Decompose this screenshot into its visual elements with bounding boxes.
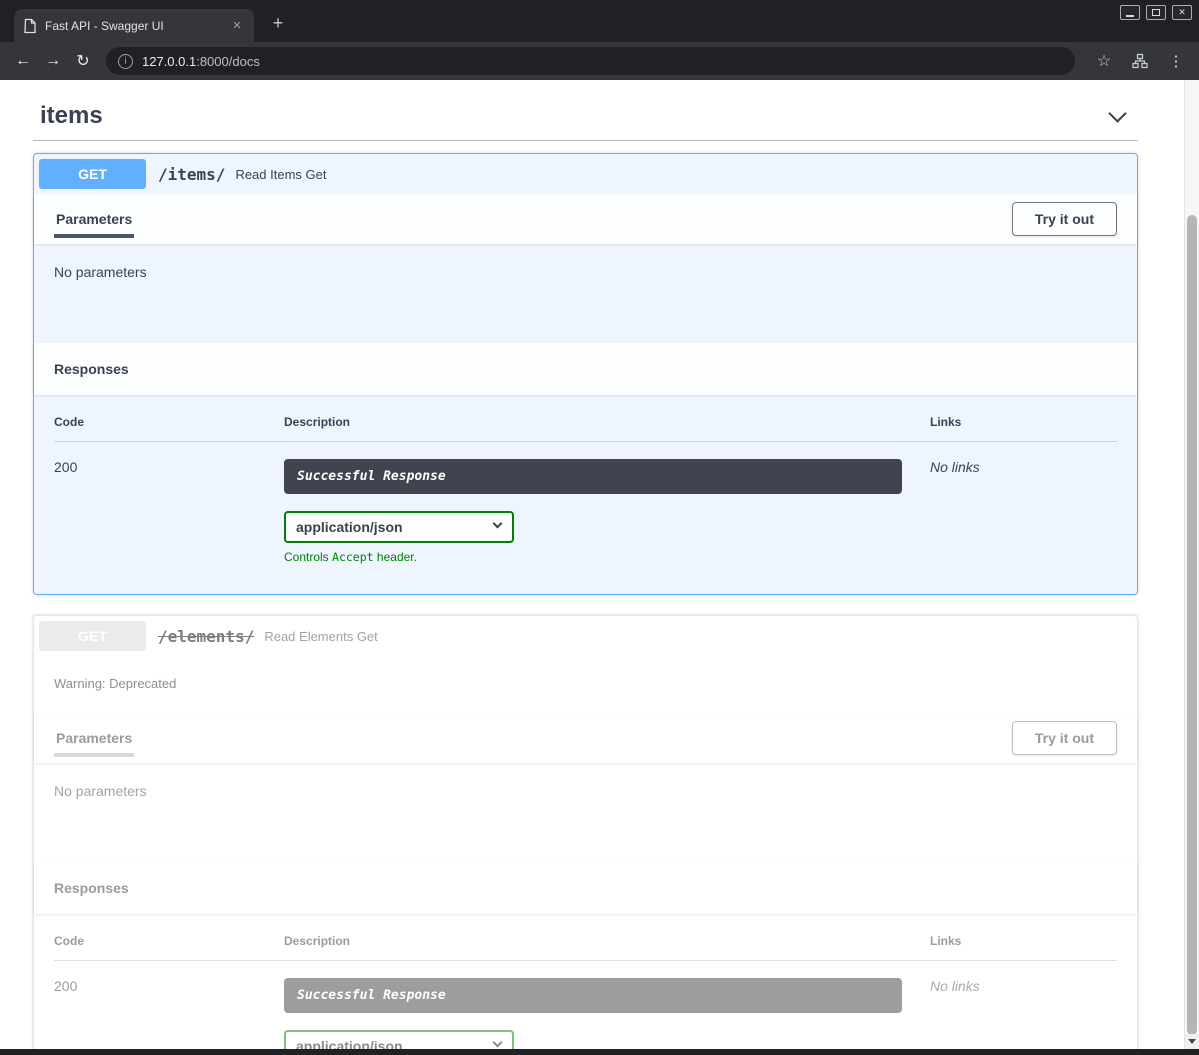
method-badge: GET (39, 159, 146, 189)
description-column-header: Description (284, 934, 930, 961)
opblock-summary[interactable]: GET /elements/ Read Elements Get (34, 616, 1137, 656)
opblock-get-elements-deprecated: GET /elements/ Read Elements Get Warning… (33, 615, 1138, 1049)
parameters-body: No parameters (34, 244, 1137, 343)
sitemap-icon[interactable] (1125, 46, 1155, 76)
window-maximize-button[interactable] (1146, 5, 1166, 20)
url-host: 127.0.0.1 (142, 54, 196, 69)
responses-header: Responses (34, 862, 1137, 914)
swagger-wrapper: items GET /items/ Read Items Get Paramet… (0, 80, 1199, 1049)
response-description: Successful Response (284, 459, 902, 494)
responses-table: Code Description Links 200 Successful Re… (54, 934, 1117, 1049)
accept-note-prefix: Controls (284, 550, 329, 564)
responses-label: Responses (54, 349, 129, 389)
parameters-tab: Parameters (54, 200, 134, 238)
media-type-select-wrap: application/json (284, 1030, 514, 1049)
response-links: No links (930, 961, 1117, 1049)
operation-path: /items/ (158, 165, 225, 184)
tab-title: Fast API - Swagger UI (45, 19, 221, 33)
responses-table: Code Description Links 200 Successful Re… (54, 415, 1117, 564)
tag-title: items (40, 102, 103, 130)
accept-header-note: Controls Accept header. (284, 550, 930, 564)
parameters-header: Parameters Try it out (34, 713, 1137, 763)
maximize-icon (1152, 9, 1160, 16)
method-badge: GET (39, 621, 146, 651)
no-parameters-text: No parameters (54, 783, 147, 799)
bookmark-star-icon[interactable]: ☆ (1089, 46, 1119, 76)
parameters-body: No parameters (34, 763, 1137, 862)
response-code: 200 (54, 442, 284, 564)
responses-label: Responses (54, 868, 129, 908)
code-column-header: Code (54, 934, 284, 961)
accept-code: Accept (332, 550, 374, 564)
operation-summary: Read Items Get (235, 166, 326, 182)
responses-body: Code Description Links 200 Successful Re… (34, 395, 1137, 594)
section-divider (33, 140, 1138, 141)
media-type-row: application/json Controls Accept header. (284, 511, 930, 564)
responses-header: Responses (34, 343, 1137, 395)
description-column-header: Description (284, 415, 930, 442)
reload-icon[interactable]: ↻ (68, 46, 98, 76)
media-type-select[interactable]: application/json (284, 1030, 514, 1049)
back-icon[interactable]: ← (8, 46, 38, 76)
tag-section-header[interactable]: items (33, 90, 1138, 140)
site-info-icon[interactable]: i (118, 54, 133, 69)
browser-menu-icon[interactable]: ⋮ (1161, 46, 1191, 76)
parameters-tab: Parameters (54, 719, 134, 757)
response-description-cell: Successful Response application/json Con… (284, 961, 930, 1049)
window-close-button[interactable]: ✕ (1172, 5, 1192, 20)
response-code: 200 (54, 961, 284, 1049)
page-scrollbar[interactable] (1184, 80, 1199, 1049)
opblock-summary[interactable]: GET /items/ Read Items Get (34, 154, 1137, 194)
page-content: items GET /items/ Read Items Get Paramet… (0, 80, 1199, 1049)
try-it-out-button[interactable]: Try it out (1012, 721, 1117, 755)
tab-close-icon[interactable]: ✕ (229, 18, 245, 34)
links-column-header: Links (930, 934, 1117, 961)
url-text: 127.0.0.1:8000/docs (142, 54, 260, 69)
operation-summary: Read Elements Get (264, 628, 377, 644)
scrollbar-down-button[interactable] (1185, 1034, 1199, 1049)
response-description-cell: Successful Response application/json Con… (284, 442, 930, 564)
browser-tab[interactable]: Fast API - Swagger UI ✕ (14, 9, 254, 42)
deprecated-warning: Warning: Deprecated (34, 656, 1137, 713)
arrow-down-icon (1188, 1039, 1196, 1044)
operation-path: /elements/ (158, 627, 254, 646)
links-column-header: Links (930, 415, 1117, 442)
media-type-row: application/json Controls Accept header. (284, 1030, 930, 1049)
no-parameters-text: No parameters (54, 264, 147, 280)
sitemap-icon-glyph (1132, 53, 1148, 69)
window-minimize-button[interactable] (1120, 5, 1140, 20)
parameters-header: Parameters Try it out (34, 194, 1137, 244)
response-links: No links (930, 442, 1117, 564)
media-type-select-wrap: application/json (284, 511, 514, 543)
minimize-icon (1126, 15, 1134, 17)
url-path: :8000/docs (196, 54, 260, 69)
response-description: Successful Response (284, 978, 902, 1013)
browser-toolbar: ← → ↻ i 127.0.0.1:8000/docs ☆ ⋮ (0, 42, 1199, 80)
page-favicon-icon (23, 18, 37, 34)
responses-body: Code Description Links 200 Successful Re… (34, 914, 1137, 1049)
try-it-out-button[interactable]: Try it out (1012, 202, 1117, 236)
media-type-select[interactable]: application/json (284, 511, 514, 543)
window-controls: ✕ (1120, 5, 1192, 20)
opblock-get-items: GET /items/ Read Items Get Parameters Tr… (33, 153, 1138, 595)
close-icon: ✕ (1178, 7, 1186, 18)
collapse-chevron-icon[interactable] (1108, 104, 1126, 122)
accept-note-suffix: header. (377, 550, 417, 564)
address-bar[interactable]: i 127.0.0.1:8000/docs (106, 47, 1075, 75)
scrollbar-thumb[interactable] (1187, 215, 1197, 1035)
tab-strip: ✕ Fast API - Swagger UI ✕ + (0, 0, 1199, 42)
forward-icon[interactable]: → (38, 46, 68, 76)
new-tab-button[interactable]: + (266, 11, 290, 35)
code-column-header: Code (54, 415, 284, 442)
